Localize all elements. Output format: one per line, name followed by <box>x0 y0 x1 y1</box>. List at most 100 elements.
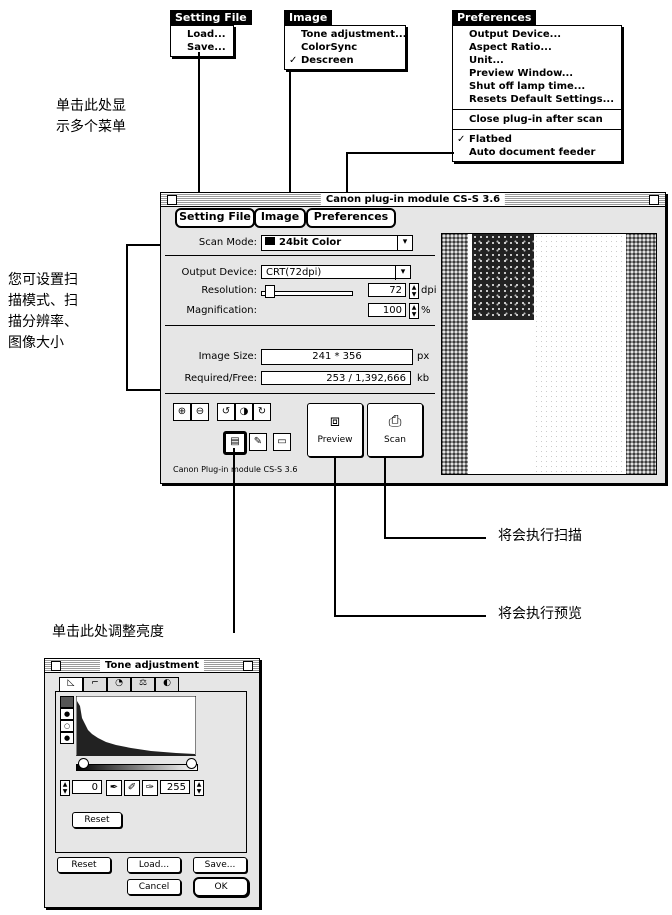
image-size-value: 241 * 356 <box>261 349 413 365</box>
tab-setting-file[interactable]: Setting File <box>175 208 255 228</box>
black-eyedropper-icon[interactable]: ✒ <box>106 780 122 796</box>
scan-icon: ⎙ <box>388 411 402 430</box>
mirror-icon[interactable]: ◑ <box>235 403 253 421</box>
tab-histogram[interactable]: ◺ <box>59 677 83 692</box>
magnification-label: Magnification: <box>186 305 257 316</box>
connector-line <box>233 448 235 633</box>
menu-item-descreen[interactable]: ✓ Descreen <box>285 54 405 67</box>
preferences-menu: Output Device... Aspect Ratio... Unit...… <box>452 25 622 162</box>
divider <box>165 393 435 394</box>
white-point-input[interactable]: 255 <box>160 780 190 794</box>
image-menu-title[interactable]: Image <box>284 10 333 25</box>
resolution-input[interactable]: 72 <box>368 283 406 297</box>
cancel-button[interactable]: Cancel <box>127 879 181 895</box>
black-point-input[interactable]: 0 <box>72 780 102 794</box>
menu-item-unit[interactable]: Unit... <box>453 54 621 67</box>
tone-adjustment-icon[interactable]: ▤ <box>223 431 247 455</box>
white-point-slider-icon[interactable] <box>186 758 197 769</box>
magnification-input[interactable]: 100 <box>368 303 406 317</box>
tone-panel: ● ○ ● ▲ ▼ 0 ✒ ✐ ✑ 255 ▲ ▼ Reset <box>55 691 247 853</box>
output-device-select[interactable]: CRT(72dpi) ▾ <box>261 265 411 280</box>
eyedropper-icon[interactable]: ✎ <box>249 433 267 451</box>
connector-line <box>198 52 200 212</box>
preview-margin-left <box>442 234 468 474</box>
image-info-icon[interactable]: ▭ <box>273 433 291 451</box>
tone-adjustment-window: Tone adjustment ◺ ⌐ ◔ ⚖ ◐ ● ○ ● ▲ ▼ 0 ✒ ✐… <box>44 658 260 908</box>
channel-blue-icon[interactable]: ● <box>60 732 74 744</box>
connector-line <box>289 70 291 212</box>
image-menu: Tone adjustment... ColorSync ✓ Descreen <box>284 25 406 70</box>
zoom-in-icon[interactable]: ⊕ <box>173 403 191 421</box>
channel-green-icon[interactable]: ○ <box>60 720 74 732</box>
required-free-value: 253 / 1,392,666 <box>261 371 411 385</box>
inner-reset-button[interactable]: Reset <box>72 812 122 828</box>
menu-item-save[interactable]: Save... <box>171 41 233 54</box>
menu-item-preview-window[interactable]: Preview Window... <box>453 67 621 80</box>
tab-image[interactable]: Image <box>254 208 306 228</box>
preview-image <box>472 234 534 320</box>
menu-item-colorsync[interactable]: ColorSync <box>285 41 405 54</box>
scan-mode-select[interactable]: 24bit Color ▾ <box>261 235 413 251</box>
menu-item-aspect-ratio[interactable]: Aspect Ratio... <box>453 41 621 54</box>
connector-line <box>346 152 454 154</box>
menu-separator <box>453 129 621 130</box>
stepper-arrows-icon[interactable]: ▲ ▼ <box>194 780 204 796</box>
ok-button[interactable]: OK <box>193 877 249 897</box>
stepper-arrows-icon[interactable]: ▲ ▼ <box>409 303 419 319</box>
preferences-menu-title[interactable]: Preferences <box>452 10 537 25</box>
note-settings: 您可设置扫 描模式、扫 描分辨率、 图像大小 <box>8 272 78 351</box>
note-multi-menu: 单击此处显 示多个菜单 <box>56 98 126 135</box>
preview-margin-right <box>626 234 656 474</box>
preview-background <box>534 234 624 474</box>
menu-item-shut-off-lamp[interactable]: Shut off lamp time... <box>453 80 621 93</box>
zoom-box-icon[interactable] <box>243 661 253 671</box>
connector-line <box>334 456 336 616</box>
required-free-unit: kb <box>417 373 430 384</box>
resolution-label: Resolution: <box>201 285 257 296</box>
zoom-box-icon[interactable] <box>649 195 659 205</box>
scan-button[interactable]: ⎙ Scan <box>367 403 423 457</box>
tone-window-titlebar[interactable]: Tone adjustment <box>45 659 259 673</box>
white-eyedropper-icon[interactable]: ✑ <box>142 780 158 796</box>
required-free-label: Required/Free: <box>184 373 257 384</box>
load-button[interactable]: Load... <box>127 857 181 873</box>
scan-mode-label: Scan Mode: <box>198 237 257 248</box>
main-window-titlebar[interactable]: Canon plug-in module CS-S 3.6 <box>161 193 665 207</box>
divider <box>165 255 435 256</box>
menu-item-tone-adjustment[interactable]: Tone adjustment... <box>285 28 406 41</box>
histogram-chart <box>76 696 196 756</box>
menu-item-flatbed[interactable]: ✓ Flatbed <box>453 133 621 146</box>
connector-line <box>384 537 486 539</box>
channel-all-icon[interactable] <box>60 696 74 708</box>
image-size-unit: px <box>417 351 430 362</box>
magnification-unit: % <box>421 305 431 316</box>
footer-text: Canon Plug-in module CS-S 3.6 <box>173 465 298 474</box>
chevron-down-icon: ▾ <box>397 236 412 250</box>
stepper-arrows-icon[interactable]: ▲ ▼ <box>409 283 419 299</box>
rotate-left-icon[interactable]: ↺ <box>217 403 235 421</box>
gradient-bar <box>76 764 198 771</box>
black-point-slider-icon[interactable] <box>78 758 89 769</box>
setting-file-menu-title[interactable]: Setting File <box>170 10 252 25</box>
save-button[interactable]: Save... <box>193 857 247 873</box>
close-box-icon[interactable] <box>167 195 177 205</box>
plugin-main-window: Canon plug-in module CS-S 3.6 Setting Fi… <box>160 192 666 484</box>
stepper-arrows-icon[interactable]: ▲ ▼ <box>60 780 70 796</box>
menu-item-load[interactable]: Load... <box>171 28 233 41</box>
menu-item-output-device[interactable]: Output Device... <box>453 28 621 41</box>
preview-button[interactable]: ⧈ Preview <box>307 403 363 457</box>
reset-button[interactable]: Reset <box>57 857 111 873</box>
preview-area[interactable] <box>441 233 657 475</box>
close-box-icon[interactable] <box>51 661 61 671</box>
zoom-out-icon[interactable]: ⊖ <box>191 403 209 421</box>
menu-item-reset-defaults[interactable]: Resets Default Settings... <box>453 93 621 106</box>
channel-red-icon[interactable]: ● <box>60 708 74 720</box>
menu-item-close-after-scan[interactable]: Close plug-in after scan <box>453 113 621 126</box>
gray-eyedropper-icon[interactable]: ✐ <box>124 780 140 796</box>
bracket-line <box>126 244 128 390</box>
divider <box>165 325 435 326</box>
tab-preferences[interactable]: Preferences <box>306 208 396 228</box>
menu-item-auto-feeder[interactable]: Auto document feeder <box>453 146 621 159</box>
rotate-right-icon[interactable]: ↻ <box>253 403 271 421</box>
slider-thumb-icon[interactable] <box>265 285 275 298</box>
